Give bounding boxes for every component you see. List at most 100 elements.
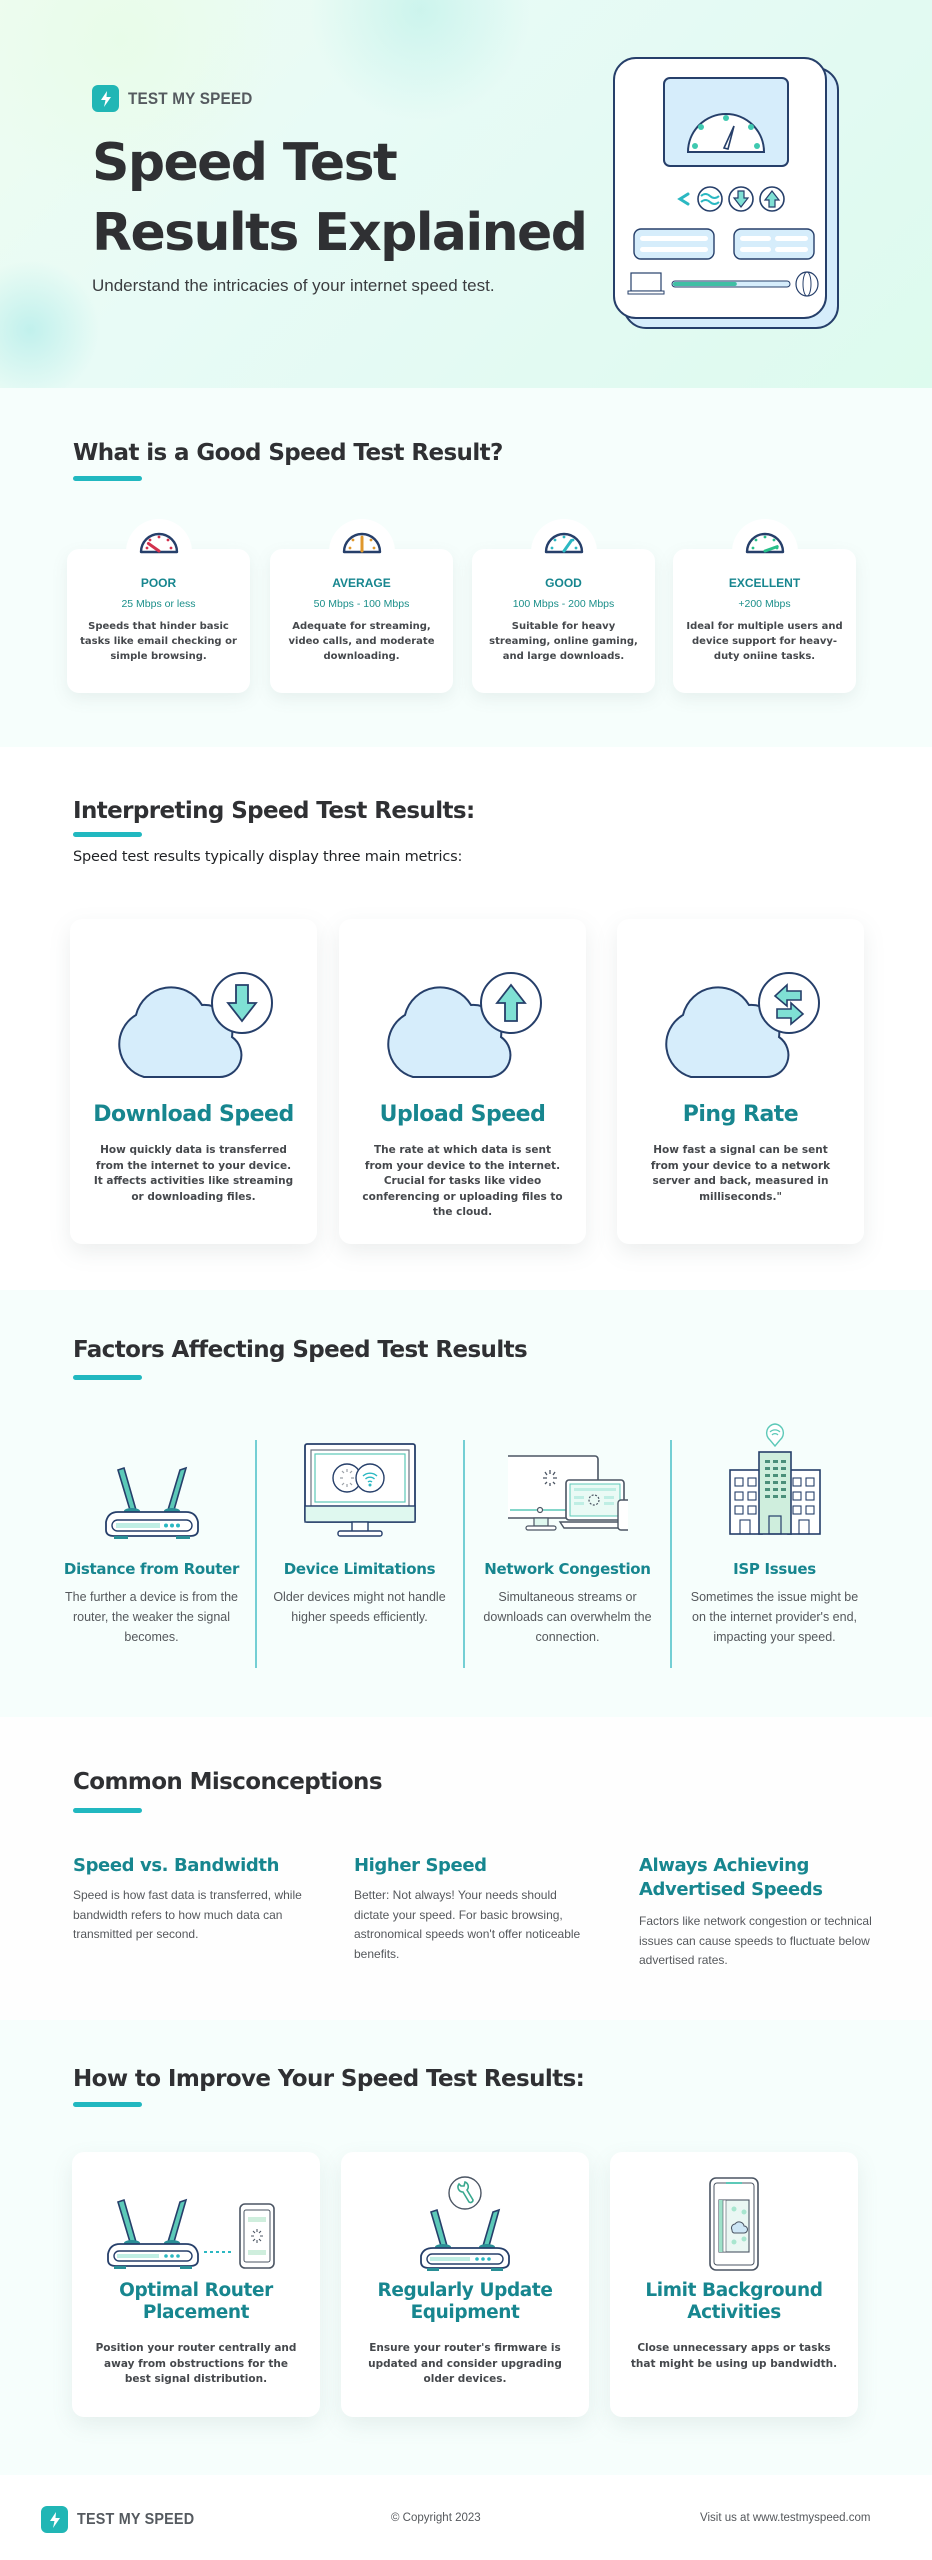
multiple-devices-icon [502,1438,635,1552]
tip-title-line-1: Regularly Update [377,2280,553,2301]
page-title: Speed Test Results Explained [92,128,588,268]
factor-title: Device Limitations [283,1560,436,1578]
factor-description: Simultaneous streams or downloads can ov… [483,1590,652,1644]
misconception-title-line-1: Always Achieving [639,1855,810,1876]
footer: TEST MY SPEED © Copyright 2023 Visit us … [0,2475,932,2560]
page-title-line-2: Results Explained [92,203,588,263]
metric-card-upload: Upload Speed The rate at which data is s… [339,919,586,1244]
misconception-title-line-2: Advertised Speeds [639,1879,823,1900]
tip-title-line-2: Equipment [410,2302,520,2323]
monitor-loading-icon [300,1438,420,1552]
tip-card-limit-background: Limit Background Activities Close unnece… [610,2152,858,2417]
tip-title-line-2: Placement [142,2302,250,2323]
heading-underline [73,1375,142,1380]
rating-description: Ideal for multiple users and device supp… [686,621,843,662]
factor-isp: ISP Issues Sometimes the issue might be … [671,1423,878,1658]
rating-description: Speeds that hinder basic tasks like emai… [80,621,237,662]
tip-title-line-1: Limit Background [645,2280,823,2301]
speed-test-device-illustration [608,54,848,338]
metric-card-download: Download Speed How quickly data is trans… [70,919,317,1244]
tip-title-line-2: Activities [687,2302,781,2323]
rating-range: 50 Mbps - 100 Mbps [313,598,410,610]
misconception-speed-vs-bandwidth: Speed vs. Bandwidth Speed is how fast da… [73,1854,308,1945]
good-result-section: What is a Good Speed Test Result? POOR 25… [0,388,932,747]
cloud-upload-icon [383,959,553,1093]
rating-card-good: GOOD 100 Mbps - 200 Mbps Suitable for heav… [472,519,655,693]
factor-description: Sometimes the issue might be on the inte… [690,1590,859,1644]
router-phone-icon [106,2174,286,2278]
misconception-advertised-speeds: Always Achieving Advertised Speeds Facto… [639,1854,874,1971]
factor-description: The further a device is from the router,… [65,1590,238,1644]
rating-card-poor: POOR 25 Mbps or less Speeds that hinder ba… [67,519,250,693]
cloud-exchange-icon [661,959,831,1093]
improve-section: How to Improve Your Speed Test Results: … [0,2020,932,2475]
tip-card-router-placement: Optimal Router Placement Position your r… [72,2152,320,2417]
misconception-description: Better: Not always! Your needs should di… [354,1888,581,1961]
download-button-icon [728,186,754,212]
factor-title: Network Congestion [484,1560,651,1578]
gauge-mid-icon [341,527,383,559]
page-title-line-1: Speed Test [92,133,398,193]
rating-card-average: AVERAGE 50 Mbps - 100 Mbps Adequate for st… [270,519,453,693]
rating-range: 100 Mbps - 200 Mbps [512,598,615,610]
metric-description: How quickly data is transferred from the… [93,1144,294,1203]
cloud-download-icon [114,959,284,1093]
tip-title: Optimal Router Placement [72,2280,320,2324]
section-heading: Factors Affecting Speed Test Results [73,1337,528,1363]
lightning-bolt-icon [92,85,119,112]
section-heading: How to Improve Your Speed Test Results: [73,2066,585,2092]
isp-building-icon [715,1423,835,1542]
metric-title: Download Speed [93,1102,294,1127]
lightning-bolt-icon [41,2506,68,2533]
interpreting-section: Interpreting Speed Test Results: Speed t… [0,747,932,1290]
website-link[interactable]: Visit us at www.testmyspeed.com [700,2512,870,2524]
rating-card-excellent: EXCELLENT +200 Mbps Ideal for multiple use… [673,519,856,693]
brand-name: TEST MY SPEED [77,2510,195,2528]
tip-description: Position your router centrally and away … [95,2342,297,2385]
tip-title: Limit Background Activities [610,2280,858,2324]
heading-underline [73,2102,142,2107]
factor-distance: Distance from Router The further a devic… [48,1438,255,1658]
rating-label: GOOD [545,576,582,590]
rating-label: POOR [140,576,177,590]
metric-card-ping: Ping Rate How fast a signal can be sent … [617,919,864,1244]
heading-underline [73,476,142,481]
gauge-high-icon [543,527,585,559]
section-heading: What is a Good Speed Test Result? [73,440,503,466]
rating-range: 25 Mbps or less [121,598,196,610]
misconception-higher-speed: Higher Speed Better: Not always! Your ne… [354,1854,589,1964]
misconception-title: Speed vs. Bandwidth [73,1855,280,1876]
tip-title-line-1: Optimal Router [119,2280,273,2301]
upload-button-icon [759,186,785,212]
rating-label: AVERAGE [332,576,391,590]
footer-brand-logo[interactable]: TEST MY SPEED [41,2506,207,2533]
tip-description: Close unnecessary apps or tasks that mig… [630,2342,838,2370]
page-subtitle: Understand the intricacies of your inter… [92,276,495,295]
misconception-title: Always Achieving Advertised Speeds [639,1854,874,1902]
heading-underline [73,832,142,837]
metrics-intro: Speed test results typically display thr… [73,849,463,865]
brand-name: TEST MY SPEED [128,88,253,108]
brand-logo[interactable]: TEST MY SPEED [92,85,266,112]
metric-description: How fast a signal can be sent from your … [650,1144,831,1203]
router-icon [92,1438,212,1552]
tip-title: Regularly Update Equipment [341,2280,589,2324]
gauge-max-icon [744,527,786,559]
factor-device: Device Limitations Older devices might n… [256,1438,463,1658]
misconception-title: Higher Speed [354,1855,487,1876]
metric-title: Upload Speed [379,1102,546,1127]
router-wrench-icon [375,2174,555,2278]
phone-apps-icon [644,2174,824,2278]
factor-title: Distance from Router [63,1560,240,1578]
gauge-low-icon [138,527,180,559]
heading-underline [73,1808,142,1813]
globe-icon [795,271,819,297]
metric-title: Ping Rate [682,1102,799,1127]
progress-bar-fill [673,282,737,286]
section-heading: Common Misconceptions [73,1769,383,1795]
hero-section: TEST MY SPEED Speed Test Results Explain… [0,0,932,388]
tip-card-update-equipment: Regularly Update Equipment Ensure your r… [341,2152,589,2417]
metric-description: The rate at which data is sent from your… [362,1144,563,1218]
copyright-text: © Copyright 2023 [391,2512,481,2524]
misconception-description: Speed is how fast data is transferred, w… [73,1888,302,1941]
